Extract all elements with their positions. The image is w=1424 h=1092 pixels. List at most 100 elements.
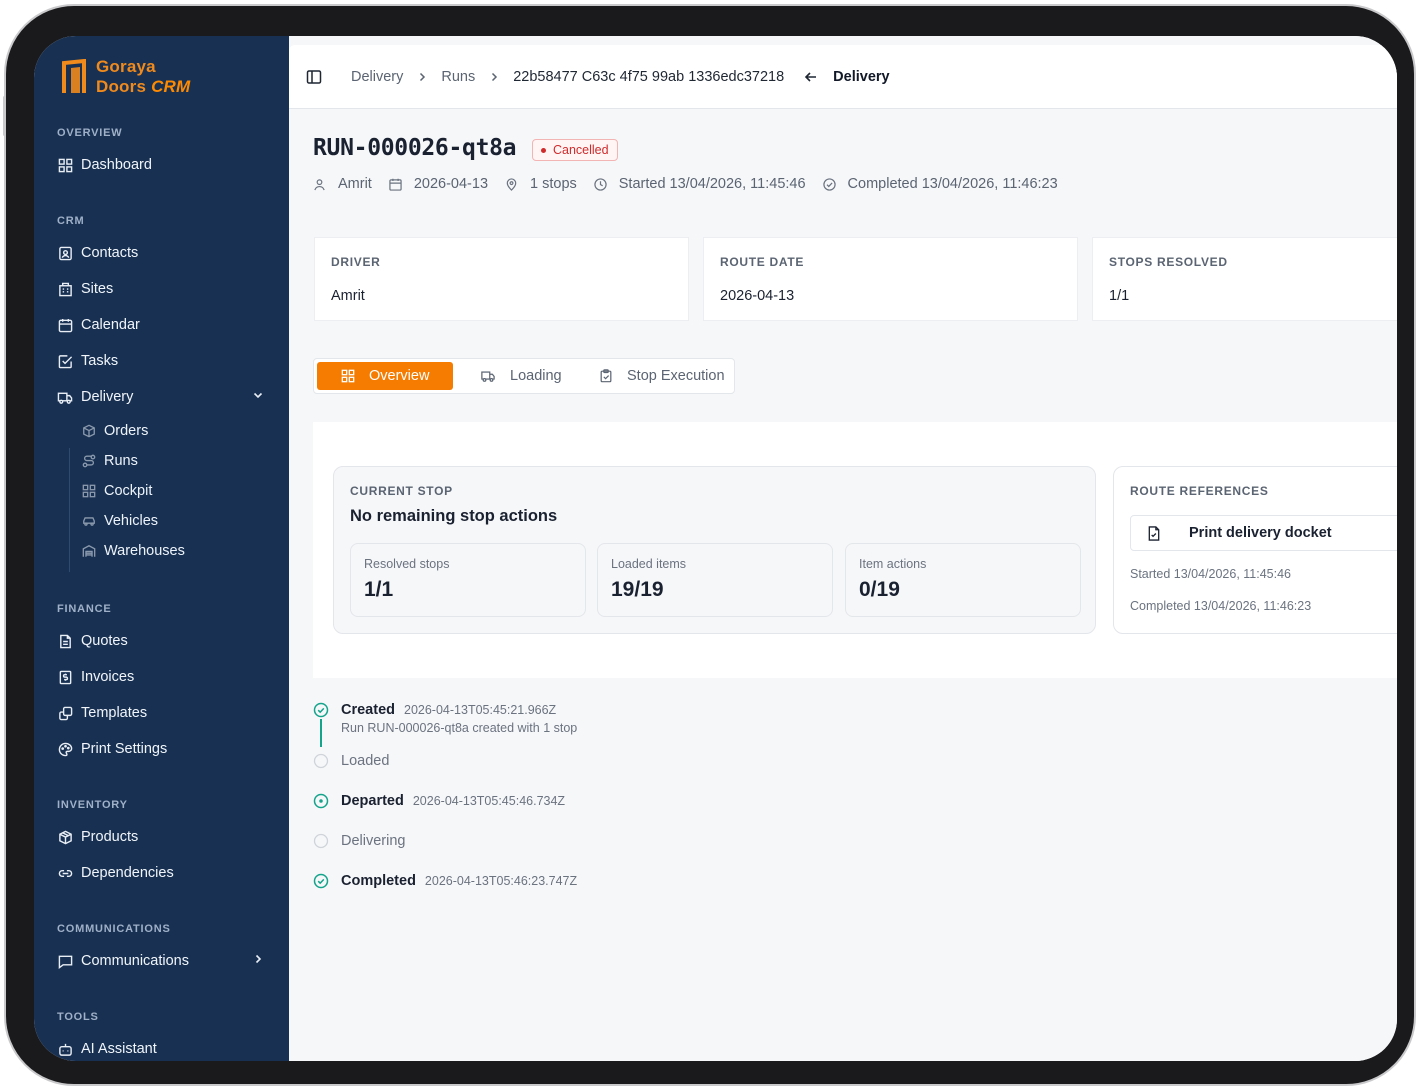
sidebar-item-templates[interactable]: Templates xyxy=(57,703,147,723)
sidebar-item-orders[interactable]: Orders xyxy=(82,421,148,441)
sidebar-toggle-icon[interactable] xyxy=(306,69,322,85)
file-icon xyxy=(1147,525,1175,541)
breadcrumb-runs[interactable]: Runs xyxy=(441,69,475,85)
summary-card-stops-resolved: STOPS RESOLVED 1/1 xyxy=(1092,237,1397,321)
sidebar-item-ai-assistant[interactable]: AI Assistant xyxy=(57,1039,157,1059)
tab-label: Stop Execution xyxy=(627,368,725,384)
section-overview: OVERVIEW xyxy=(57,127,123,139)
timeline-timestamp: 2026-04-13T05:46:23.747Z xyxy=(424,874,578,888)
sidebar-item-delivery[interactable]: Delivery xyxy=(57,387,267,407)
sidebar-item-label: Quotes xyxy=(81,633,128,649)
box-icon xyxy=(57,829,73,845)
section-crm: CRM xyxy=(57,215,85,227)
tab-overview[interactable]: Overview xyxy=(317,362,454,390)
back-link-delivery[interactable]: Delivery xyxy=(833,69,889,85)
route-icon xyxy=(82,454,96,468)
timeline-timestamp: 2026-04-13T05:45:46.734Z xyxy=(412,794,566,808)
stat-value: 0/19 xyxy=(859,578,900,601)
sidebar-item-label: Cockpit xyxy=(104,483,153,499)
clipboard-check-icon xyxy=(599,369,620,383)
sidebar-item-label: Orders xyxy=(104,423,149,439)
calendar-icon xyxy=(389,178,408,191)
breadcrumb-delivery[interactable]: Delivery xyxy=(351,69,403,85)
sidebar-item-cockpit[interactable]: Cockpit xyxy=(82,481,152,501)
tab-loading[interactable]: Loading xyxy=(480,362,562,390)
back-arrow-icon[interactable] xyxy=(804,70,818,84)
sidebar-item-quotes[interactable]: Quotes xyxy=(57,631,128,651)
meta-started: Started 13/04/2026, 11:45:46 xyxy=(618,176,806,192)
tab-label: Loading xyxy=(510,368,562,384)
breadcrumb: Delivery Runs 22b58477 C63c 4f75 99ab 13… xyxy=(289,45,1397,109)
sidebar: Goraya Doors CRM OVERVIEW Dashboard CRM … xyxy=(34,36,289,1061)
card-label: ROUTE DATE xyxy=(720,255,805,269)
run-meta: Amrit 2026-04-13 1 stops Started 13/04/2… xyxy=(313,176,1075,192)
current-stop-card: CURRENT STOP No remaining stop actions R… xyxy=(333,466,1096,634)
sidebar-item-label: Runs xyxy=(104,453,138,469)
user-icon xyxy=(313,178,332,191)
main-content: Delivery Runs 22b58477 C63c 4f75 99ab 13… xyxy=(289,36,1397,1061)
sidebar-item-invoices[interactable]: Invoices xyxy=(57,667,134,687)
sidebar-item-tasks[interactable]: Tasks xyxy=(57,351,118,371)
calendar-icon xyxy=(57,317,73,333)
brand-line1: Goraya xyxy=(96,57,156,76)
card-label: STOPS RESOLVED xyxy=(1109,255,1228,269)
bot-icon xyxy=(57,1041,73,1057)
stat-value: 1/1 xyxy=(364,578,394,601)
docket-button-label: Print delivery docket xyxy=(1189,525,1332,541)
sidebar-item-vehicles[interactable]: Vehicles xyxy=(82,511,158,531)
grid-icon xyxy=(82,484,96,498)
stat-label: Resolved stops xyxy=(364,557,450,571)
sidebar-item-label: Vehicles xyxy=(104,513,159,529)
clock-circle-icon xyxy=(313,793,329,809)
brand-logo[interactable]: Goraya Doors CRM xyxy=(62,57,190,97)
sidebar-item-contacts[interactable]: Contacts xyxy=(57,243,138,263)
status-badge-label: Cancelled xyxy=(553,143,609,157)
sidebar-item-dashboard[interactable]: Dashboard xyxy=(57,155,152,175)
warehouse-icon xyxy=(82,544,96,558)
tab-label: Overview xyxy=(369,368,430,384)
route-started: Started 13/04/2026, 11:45:46 xyxy=(1130,567,1292,581)
link-icon xyxy=(57,865,73,881)
sidebar-item-label: AI Assistant xyxy=(81,1041,157,1057)
sidebar-item-runs[interactable]: Runs xyxy=(82,451,138,471)
message-square-icon xyxy=(57,953,73,969)
palette-icon xyxy=(57,741,73,757)
sidebar-item-warehouses[interactable]: Warehouses xyxy=(82,541,185,561)
meta-driver: Amrit xyxy=(338,176,372,192)
tab-stop-execution[interactable]: Stop Execution xyxy=(599,362,725,390)
brand-line2: Doors xyxy=(96,77,147,96)
card-value: 1/1 xyxy=(1109,288,1130,304)
package-icon xyxy=(82,424,96,438)
grid-icon xyxy=(57,157,73,173)
sidebar-item-label: Tasks xyxy=(81,353,119,369)
sidebar-item-label: Products xyxy=(81,829,139,845)
sidebar-item-label: Dependencies xyxy=(81,865,174,881)
sidebar-item-calendar[interactable]: Calendar xyxy=(57,315,140,335)
checkbox-icon xyxy=(57,353,73,369)
sidebar-item-sites[interactable]: Sites xyxy=(57,279,113,299)
brand-suffix: CRM xyxy=(151,77,191,96)
current-stop-label: CURRENT STOP xyxy=(350,484,453,498)
section-inventory: INVENTORY xyxy=(57,799,128,811)
clock-icon xyxy=(594,177,613,191)
sidebar-item-label: Communications xyxy=(81,953,189,969)
print-delivery-docket-button[interactable]: Print delivery docket xyxy=(1130,515,1397,551)
car-icon xyxy=(82,514,96,528)
sidebar-item-dependencies[interactable]: Dependencies xyxy=(57,863,174,883)
sidebar-item-communications[interactable]: Communications xyxy=(57,951,267,971)
device-side-button xyxy=(3,96,6,136)
sidebar-item-products[interactable]: Products xyxy=(57,827,138,847)
submenu-guide-line xyxy=(69,448,70,572)
summary-card-route-date: ROUTE DATE 2026-04-13 xyxy=(703,237,1078,321)
contact-card-icon xyxy=(57,245,73,261)
card-label: DRIVER xyxy=(331,255,381,269)
sidebar-item-print-settings[interactable]: Print Settings xyxy=(57,739,167,759)
stat-resolved-stops: Resolved stops 1/1 xyxy=(350,543,586,617)
document-icon xyxy=(57,633,73,649)
sidebar-item-label: Sites xyxy=(81,281,114,297)
check-circle-icon xyxy=(313,873,329,889)
sidebar-item-label: Print Settings xyxy=(81,741,168,757)
chevron-right-icon xyxy=(416,71,428,83)
current-stop-headline: No remaining stop actions xyxy=(350,507,558,525)
sidebar-item-label: Contacts xyxy=(81,245,139,261)
